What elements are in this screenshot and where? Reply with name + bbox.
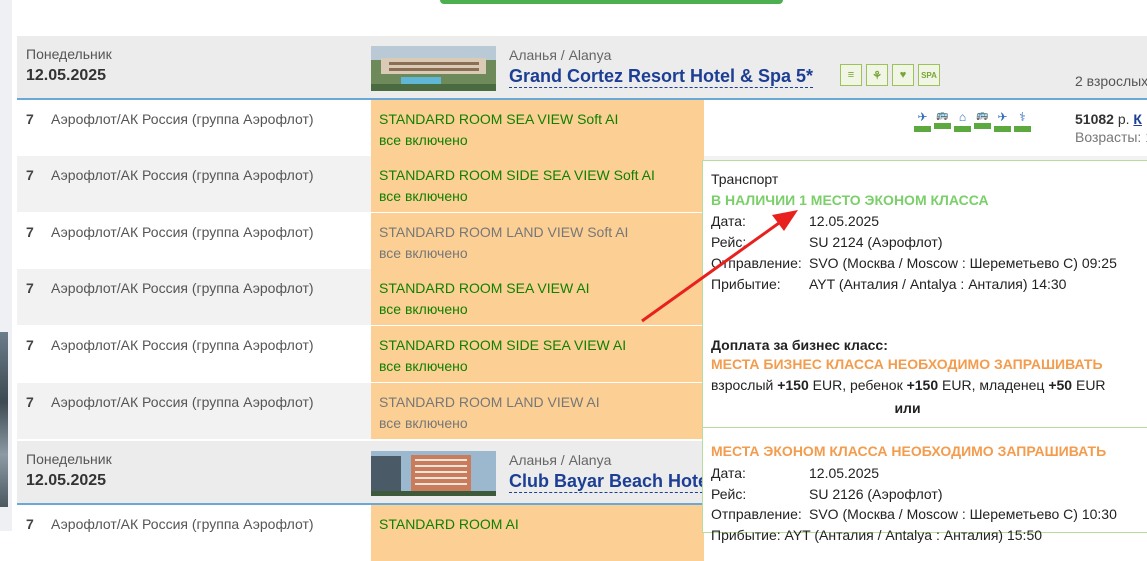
- ages: Возрасты: 1: [1075, 129, 1147, 145]
- side-photo: [0, 332, 8, 507]
- room-cell[interactable]: STANDARD ROOM SIDE SEA VIEW Soft AI все …: [371, 156, 704, 212]
- room-cell[interactable]: STANDARD ROOM SEA VIEW Soft AI все включ…: [371, 100, 704, 156]
- guests-count: 2 взрослых: [1075, 73, 1147, 89]
- airline-name: Аэрофлот/АК Россия (группа Аэрофлот): [51, 280, 314, 296]
- meal-plan: все включено: [379, 301, 468, 317]
- hotel-city: Аланья / Alanya: [509, 47, 612, 63]
- nights-count: 7: [26, 516, 34, 532]
- hotel-name-link[interactable]: Club Bayar Beach Hotel: [509, 471, 714, 493]
- departure-label: Отправление:: [711, 255, 802, 271]
- date-value: 12.05.2025: [809, 213, 880, 229]
- airline-name: Аэрофлот/АК Россия (группа Аэрофлот): [51, 111, 314, 127]
- date2-label: Дата:: [711, 465, 746, 481]
- day-of-week: Понедельник: [26, 46, 112, 62]
- tour-date: 12.05.2025: [26, 67, 107, 84]
- nights-count: 7: [26, 224, 34, 240]
- tour-date: 12.05.2025: [26, 472, 107, 489]
- amenity-icons: ≡ ⚘ ♥ SPA: [840, 64, 940, 86]
- hotel-name-link[interactable]: Grand Cortez Resort Hotel & Spa 5*: [509, 66, 814, 88]
- date-label: Дата:: [711, 213, 746, 229]
- flight2-label: Рейс:: [711, 486, 747, 502]
- nights-count: 7: [26, 111, 34, 127]
- amenity-icon-spa[interactable]: SPA: [918, 64, 940, 86]
- date2-value: 12.05.2025: [809, 465, 880, 481]
- arrival-value: AYT (Анталия / Antalya : Анталия) 14:30: [809, 276, 1067, 292]
- search-button-edge[interactable]: [440, 0, 783, 4]
- departure2-label: Отправление:: [711, 506, 802, 522]
- room-cell[interactable]: STANDARD ROOM AI: [371, 505, 704, 561]
- room-name: STANDARD ROOM AI: [379, 516, 519, 532]
- bus-icon[interactable]: 🚌: [974, 110, 991, 132]
- flight-label: Рейс:: [711, 234, 747, 250]
- business-surcharge: взрослый +150 EUR, ребенок +150 EUR, мла…: [711, 377, 1106, 393]
- departure2-value: SVO (Москва / Moscow : Шереметьево C) 10…: [809, 506, 1117, 522]
- amenity-icon-2[interactable]: ⚘: [866, 64, 888, 86]
- price: 51082 р. К: [1075, 111, 1142, 127]
- arrival2-partial: Прибытие: AYT (Анталия / Antalya : Антал…: [711, 527, 1043, 543]
- hotel-photo[interactable]: [371, 451, 496, 496]
- availability-status: В НАЛИЧИИ 1 МЕСТО ЭКОНОМ КЛАССА: [711, 192, 989, 208]
- business-heading: Доплата за бизнес класс:: [711, 337, 888, 353]
- arrival-label: Прибытие:: [711, 276, 781, 292]
- meal-plan: все включено: [379, 188, 468, 204]
- flight-value: SU 2124 (Аэрофлот): [809, 234, 943, 250]
- bus-icon[interactable]: 🚌: [934, 110, 951, 132]
- nights-count: 7: [26, 280, 34, 296]
- room-name: STANDARD ROOM LAND VIEW AI: [379, 394, 600, 410]
- room-name: STANDARD ROOM SEA VIEW AI: [379, 280, 590, 296]
- transport-tooltip: Транспорт В НАЛИЧИИ 1 МЕСТО ЭКОНОМ КЛАСС…: [702, 160, 1147, 543]
- insurance-icon[interactable]: ⚕: [1014, 110, 1031, 132]
- room-name: STANDARD ROOM SEA VIEW Soft AI: [379, 111, 619, 127]
- meal-plan: все включено: [379, 245, 468, 261]
- day-of-week: Понедельник: [26, 451, 112, 467]
- room-cell[interactable]: STANDARD ROOM LAND VIEW Soft AI все вклю…: [371, 213, 704, 269]
- or-separator: или: [894, 400, 921, 416]
- meal-plan: все включено: [379, 415, 468, 431]
- departure-value: SVO (Москва / Moscow : Шереметьево C) 09…: [809, 255, 1117, 271]
- airline-name: Аэрофлот/АК Россия (группа Аэрофлот): [51, 337, 314, 353]
- flight2-value: SU 2126 (Аэрофлот): [809, 486, 943, 502]
- airline-name: Аэрофлот/АК Россия (группа Аэрофлот): [51, 224, 314, 240]
- room-cell[interactable]: STANDARD ROOM SIDE SEA VIEW AI все включ…: [371, 326, 704, 382]
- economy-request: МЕСТА ЭКОНОМ КЛАССА НЕОБХОДИМО ЗАПРАШИВА…: [711, 443, 1107, 459]
- book-link[interactable]: К: [1133, 111, 1142, 127]
- room-cell[interactable]: STANDARD ROOM LAND VIEW AI все включено: [371, 383, 704, 439]
- airline-name: Аэрофлот/АК Россия (группа Аэрофлот): [51, 516, 314, 532]
- tooltip-title: Транспорт: [711, 171, 779, 187]
- flight-icon[interactable]: ✈: [994, 110, 1011, 132]
- hotel-header-row: Понедельник 12.05.2025 Аланья / Alanya G…: [17, 36, 1147, 100]
- meal-plan: все включено: [379, 132, 468, 148]
- flight-icon[interactable]: ✈: [914, 110, 931, 132]
- hotel-city: Аланья / Alanya: [509, 452, 612, 468]
- airline-name: Аэрофлот/АК Россия (группа Аэрофлот): [51, 167, 314, 183]
- room-name: STANDARD ROOM LAND VIEW Soft AI: [379, 224, 629, 240]
- airline-name: Аэрофлот/АК Россия (группа Аэрофлот): [51, 394, 314, 410]
- left-edge-panel: [0, 0, 12, 531]
- service-icons: ✈ 🚌 ⌂ 🚌 ✈ ⚕: [914, 110, 1031, 132]
- amenity-icon-3[interactable]: ♥: [892, 64, 914, 86]
- room-name: STANDARD ROOM SIDE SEA VIEW AI: [379, 337, 627, 353]
- meal-plan: все включено: [379, 358, 468, 374]
- nights-count: 7: [26, 337, 34, 353]
- room-name: STANDARD ROOM SIDE SEA VIEW Soft AI: [379, 167, 655, 183]
- hotel-icon[interactable]: ⌂: [954, 110, 971, 132]
- nights-count: 7: [26, 167, 34, 183]
- table-row[interactable]: 7 Аэрофлот/АК Россия (группа Аэрофлот) S…: [17, 100, 1147, 156]
- room-cell[interactable]: STANDARD ROOM SEA VIEW AI все включено: [371, 269, 704, 325]
- business-request: МЕСТА БИЗНЕС КЛАССА НЕОБХОДИМО ЗАПРАШИВА…: [711, 356, 1103, 372]
- hotel-photo[interactable]: [371, 46, 496, 91]
- amenity-icon-1[interactable]: ≡: [840, 64, 862, 86]
- nights-count: 7: [26, 394, 34, 410]
